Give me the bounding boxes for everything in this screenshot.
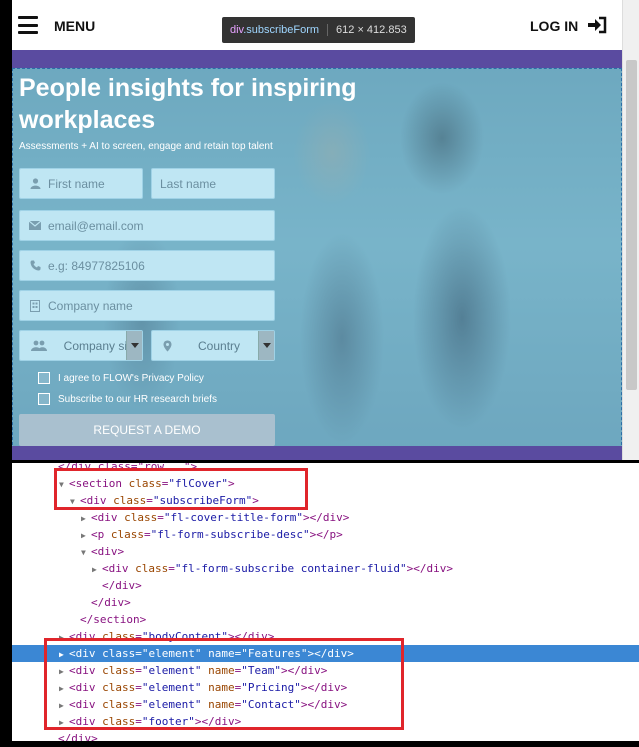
dom-token-tag: <div> <box>91 545 125 558</box>
email-field[interactable]: email@email.com <box>19 210 275 241</box>
expand-triangle-icon[interactable]: ▼ <box>81 544 91 561</box>
privacy-checkbox[interactable] <box>38 372 50 384</box>
country-select[interactable]: Country <box>151 330 275 361</box>
country-value: Country <box>198 338 241 353</box>
panel-bottom-edge <box>12 741 639 747</box>
dom-token-val: "fl-form-subscribe container-fluid" <box>174 562 407 575</box>
company-size-value: Company si <box>63 338 126 353</box>
subscribe-checkbox-row[interactable]: Subscribe to our HR research briefs <box>38 393 217 405</box>
collapse-triangle-icon[interactable]: ▶ <box>92 561 102 578</box>
hamburger-icon[interactable] <box>18 16 38 34</box>
dom-token-val: "fl-form-subscribe-desc" <box>150 528 310 541</box>
dom-token-attr: class <box>135 562 169 575</box>
dom-token-tag: = <box>157 511 164 524</box>
dom-token-val: "fl-cover-title-form" <box>163 511 303 524</box>
dom-token-tag: = <box>144 528 151 541</box>
page-scrollbar[interactable] <box>622 0 639 460</box>
dom-token-space <box>104 528 111 541</box>
chevron-down-icon[interactable] <box>126 331 142 360</box>
phone-icon <box>28 259 42 273</box>
devtools-elements-panel: </div class="row..."> ▼ <section class="fl… <box>12 463 639 747</box>
map-marker-icon <box>160 339 174 353</box>
tooltip-element-name: div <box>230 24 244 36</box>
sign-in-icon[interactable] <box>586 15 608 35</box>
menu-button[interactable]: MENU <box>54 18 95 34</box>
hero-title: People insights for inspiring workplaces <box>19 74 357 134</box>
dom-token-tag: <div <box>91 511 118 524</box>
highlight-box-elements <box>44 638 404 730</box>
web-page: MENU LOG IN div.subscribeForm 612 × 412.… <box>12 0 622 460</box>
subscribe-checkbox[interactable] <box>38 393 50 405</box>
collapse-triangle-icon[interactable]: ▶ <box>81 527 91 544</box>
first-name-placeholder: First name <box>48 176 105 191</box>
company-name-placeholder: Company name <box>48 298 133 313</box>
dom-node-row[interactable]: ▶ <div class="fl-cover-title-form"></div> <box>12 509 639 526</box>
phone-field[interactable]: e.g: 84977825106 <box>19 250 275 281</box>
dom-token-attr: class <box>124 511 158 524</box>
hero-bottom-band <box>12 446 622 460</box>
dom-token-tag: ></p> <box>309 528 343 541</box>
dom-token-tag: ></div> <box>406 562 454 575</box>
dom-node-row[interactable]: </div> <box>12 577 639 594</box>
company-name-field[interactable]: Company name <box>19 290 275 321</box>
dom-token-tag: <div <box>102 562 129 575</box>
highlight-box-cover <box>54 468 308 510</box>
dom-token-tag: </div> <box>102 579 142 592</box>
privacy-checkbox-row[interactable]: I agree to FLOW's Privacy Policy <box>38 372 204 384</box>
dom-token-tag: ></div> <box>302 511 350 524</box>
devtools-element-tooltip: div.subscribeForm 612 × 412.853 <box>222 17 415 43</box>
phone-placeholder: e.g: 84977825106 <box>48 258 145 273</box>
dom-node-row[interactable]: ▼ <div> <box>12 543 639 560</box>
dom-node-row[interactable]: </div> <box>12 594 639 611</box>
dom-token-attr: class <box>110 528 144 541</box>
first-name-field[interactable]: First name <box>19 168 143 199</box>
privacy-checkbox-label: I agree to FLOW's Privacy Policy <box>58 372 204 384</box>
collapse-triangle-icon[interactable]: ▶ <box>81 510 91 527</box>
tooltip-dimensions: 612 × 412.853 <box>327 24 415 36</box>
request-demo-button[interactable]: REQUEST A DEMO <box>19 414 275 446</box>
dom-token-tag: = <box>168 562 175 575</box>
login-link[interactable]: LOG IN <box>530 18 578 34</box>
scrollbar-thumb[interactable] <box>626 60 637 390</box>
hero-description: Assessments + AI to screen, engage and r… <box>19 141 273 152</box>
last-name-field[interactable]: Last name <box>151 168 275 199</box>
users-icon <box>28 339 50 353</box>
building-icon <box>28 299 42 313</box>
dom-token-tag: </div> <box>91 596 131 609</box>
dom-token-tag: </section> <box>80 613 147 626</box>
email-placeholder: email@email.com <box>48 218 144 233</box>
dom-node-row[interactable]: </section> <box>12 611 639 628</box>
tooltip-element-class: .subscribeForm <box>243 24 320 36</box>
last-name-placeholder: Last name <box>160 176 217 191</box>
dom-node-row[interactable]: ▶ <div class="fl-form-subscribe container… <box>12 560 639 577</box>
envelope-icon <box>28 219 42 233</box>
chevron-down-icon[interactable] <box>258 331 274 360</box>
user-icon <box>28 177 42 191</box>
company-size-select[interactable]: Company si <box>19 330 143 361</box>
subscribe-checkbox-label: Subscribe to our HR research briefs <box>58 393 217 405</box>
header-band <box>12 50 622 68</box>
dom-node-row[interactable]: ▶ <p class="fl-form-subscribe-desc"></p> <box>12 526 639 543</box>
dom-token-tag: <p <box>91 528 105 541</box>
